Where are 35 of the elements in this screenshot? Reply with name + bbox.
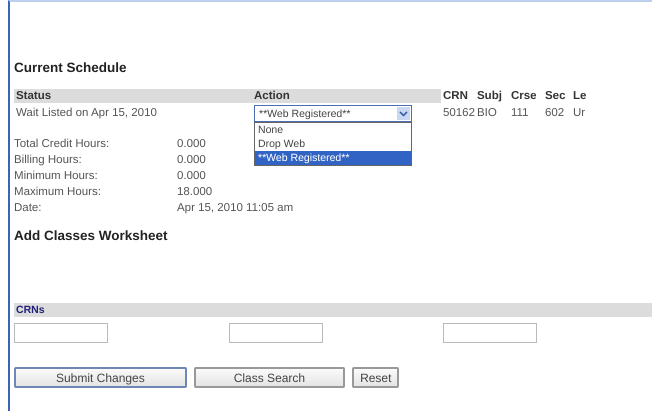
section-title: Current Schedule xyxy=(14,60,128,75)
table-cell-text: Wait Listed on Apr 15, 2010 xyxy=(15,106,158,121)
column-header: Status xyxy=(14,89,252,103)
form-button[interactable]: Submit Changes xyxy=(14,367,187,388)
summary-value: 18.000 xyxy=(177,186,212,198)
summary-value: 0.000 xyxy=(177,154,206,166)
summary-label: Total Credit Hours: xyxy=(14,138,110,150)
form-button[interactable]: Class Search xyxy=(194,367,346,388)
table-cell-text: BIO xyxy=(476,106,498,121)
dropdown-option[interactable]: **Web Registered** xyxy=(255,151,411,165)
table-cell-text: Ur xyxy=(572,106,586,121)
summary-label: Maximum Hours: xyxy=(14,186,101,198)
column-header: Action xyxy=(252,89,441,103)
section-title: Add Classes Worksheet xyxy=(14,228,169,243)
summary-value: 0.000 xyxy=(177,170,206,182)
action-dropdown[interactable]: **Web Registered** xyxy=(254,105,412,122)
table-cell-text: 111 xyxy=(510,106,530,121)
column-header: Le xyxy=(572,89,588,103)
table-cell-text: 602 xyxy=(544,106,566,121)
column-header: Sec xyxy=(544,89,566,103)
crns-header: CRNs xyxy=(14,303,652,317)
table-cell-text: 50162 xyxy=(442,106,475,121)
summary-label: Billing Hours: xyxy=(14,154,82,166)
crn-input-field[interactable] xyxy=(443,323,537,343)
caret-icon xyxy=(397,107,410,120)
crn-input-field[interactable] xyxy=(229,323,323,343)
column-header: CRN xyxy=(442,89,469,103)
form-button[interactable]: Reset xyxy=(352,367,400,388)
summary-value: 0.000 xyxy=(177,138,206,150)
column-header: Subj xyxy=(476,89,503,103)
summary-label: Minimum Hours: xyxy=(14,170,98,182)
summary-value: Apr 15, 2010 11:05 am xyxy=(177,202,294,214)
crn-input-field[interactable] xyxy=(14,323,108,343)
column-header: Crse xyxy=(510,89,538,103)
summary-label: Date: xyxy=(14,202,42,214)
